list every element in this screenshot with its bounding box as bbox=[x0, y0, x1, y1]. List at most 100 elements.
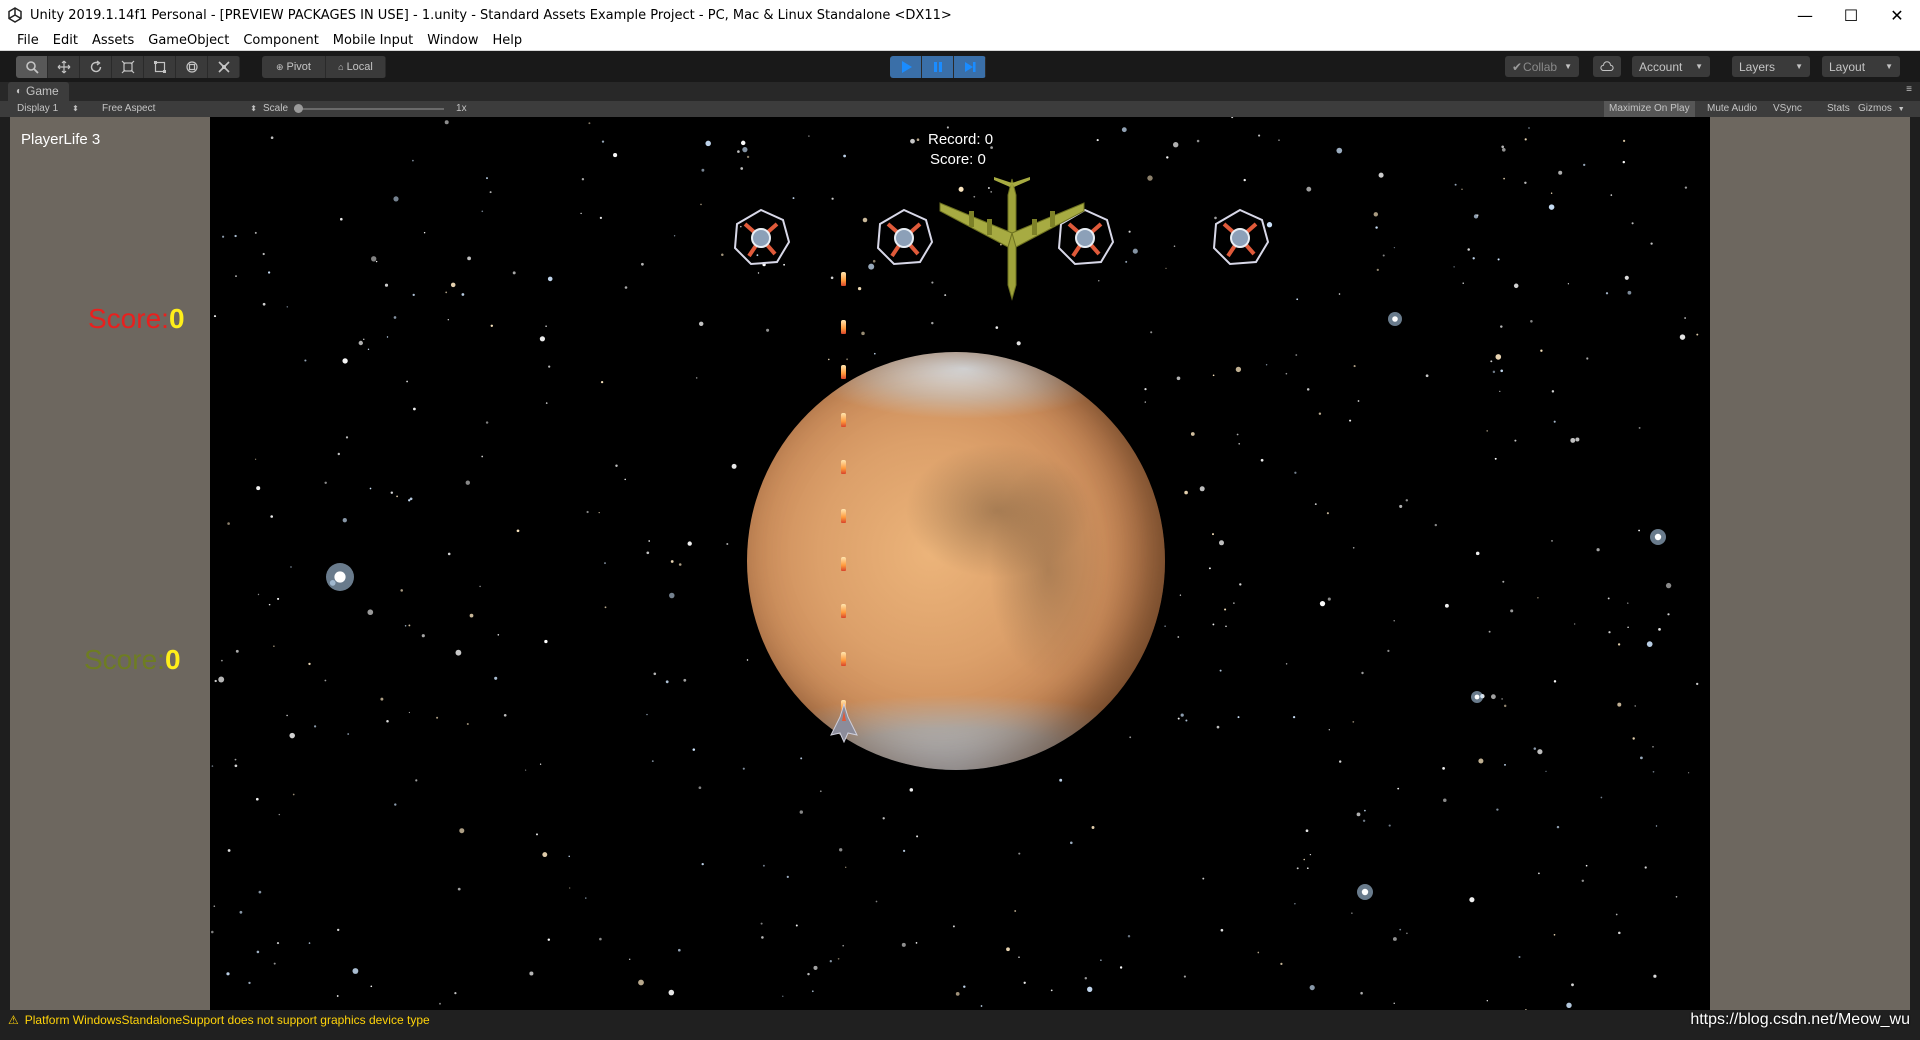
play-icon bbox=[901, 61, 912, 73]
star bbox=[799, 810, 803, 814]
star bbox=[792, 197, 795, 200]
transform-tools bbox=[16, 56, 240, 78]
custom-tool-button[interactable] bbox=[208, 56, 240, 78]
menu-mobile-input[interactable]: Mobile Input bbox=[326, 30, 420, 51]
scale-tool-button[interactable] bbox=[112, 56, 144, 78]
star bbox=[257, 593, 260, 596]
star bbox=[525, 769, 527, 771]
scale-slider-thumb[interactable] bbox=[294, 104, 304, 113]
status-bar[interactable]: ⚠ Platform WindowsStandaloneSupport does… bbox=[0, 1010, 1920, 1040]
star bbox=[393, 196, 399, 202]
layers-dropdown[interactable]: Layers ▼ bbox=[1732, 56, 1810, 77]
scale-value: 1x bbox=[456, 103, 467, 114]
star bbox=[569, 887, 571, 889]
star bbox=[481, 455, 484, 458]
star bbox=[857, 286, 862, 291]
menu-file[interactable]: File bbox=[10, 30, 46, 51]
menu-help[interactable]: Help bbox=[486, 30, 530, 51]
menu-component[interactable]: Component bbox=[236, 30, 325, 51]
star bbox=[1524, 138, 1527, 141]
star bbox=[1180, 713, 1184, 717]
star bbox=[1328, 729, 1330, 731]
star bbox=[1500, 369, 1504, 373]
rect-tool-button[interactable] bbox=[144, 56, 176, 78]
star bbox=[1638, 426, 1641, 429]
star bbox=[701, 862, 704, 866]
scale-slider[interactable] bbox=[294, 104, 445, 113]
display-dropdown[interactable]: Display 1 ⬍ bbox=[17, 101, 87, 117]
star bbox=[1327, 597, 1331, 601]
tab-menu-icon[interactable]: ≡ bbox=[1906, 84, 1912, 95]
maximize-button[interactable]: ☐ bbox=[1828, 0, 1874, 30]
hand-tool-button[interactable] bbox=[16, 56, 48, 78]
chevron-down-icon: ▼ bbox=[1564, 62, 1572, 71]
star bbox=[1687, 772, 1690, 774]
star bbox=[459, 828, 465, 834]
star bbox=[1294, 903, 1296, 905]
star bbox=[746, 659, 749, 661]
gizmos-dropdown[interactable]: Gizmos ▼ bbox=[1853, 101, 1910, 117]
star bbox=[837, 957, 840, 960]
pause-button[interactable] bbox=[922, 56, 954, 78]
menu-gameobject[interactable]: GameObject bbox=[141, 30, 236, 51]
star bbox=[393, 316, 397, 319]
star bbox=[234, 758, 237, 761]
account-dropdown[interactable]: Account ▼ bbox=[1632, 56, 1710, 77]
star bbox=[547, 938, 551, 941]
star bbox=[1132, 248, 1138, 254]
move-tool-button[interactable] bbox=[48, 56, 80, 78]
vsync-toggle[interactable]: VSync bbox=[1768, 101, 1807, 117]
menu-window[interactable]: Window bbox=[420, 30, 485, 51]
title-bar: Unity 2019.1.14f1 Personal - [PREVIEW PA… bbox=[0, 0, 1920, 30]
mute-audio-toggle[interactable]: Mute Audio bbox=[1702, 101, 1762, 117]
star bbox=[1166, 156, 1169, 159]
pivot-label: Pivot bbox=[286, 61, 311, 73]
star bbox=[226, 972, 230, 976]
star bbox=[1586, 357, 1589, 360]
aspect-dropdown[interactable]: Free Aspect ⬍ bbox=[102, 101, 257, 117]
star bbox=[827, 358, 830, 361]
star bbox=[436, 716, 439, 719]
star bbox=[813, 965, 818, 970]
star bbox=[1551, 390, 1555, 393]
transform-tool-button[interactable] bbox=[176, 56, 208, 78]
star bbox=[1375, 226, 1378, 229]
star bbox=[1173, 245, 1176, 247]
star bbox=[1125, 260, 1128, 263]
menu-assets[interactable]: Assets bbox=[85, 30, 141, 51]
layout-dropdown[interactable]: Layout ▼ bbox=[1822, 56, 1900, 77]
star bbox=[490, 324, 494, 328]
star bbox=[1425, 374, 1429, 378]
account-label: Account bbox=[1639, 59, 1683, 74]
star bbox=[1231, 117, 1234, 119]
close-button[interactable]: ✕ bbox=[1874, 0, 1920, 30]
star bbox=[641, 262, 644, 266]
star bbox=[731, 463, 737, 469]
rotate-tool-button[interactable] bbox=[80, 56, 112, 78]
star bbox=[1318, 412, 1322, 415]
star bbox=[1548, 204, 1555, 210]
star bbox=[581, 178, 585, 181]
star bbox=[980, 1005, 983, 1007]
stats-toggle[interactable]: Stats bbox=[1822, 101, 1855, 117]
star bbox=[766, 328, 770, 332]
play-button[interactable] bbox=[890, 56, 922, 78]
star bbox=[1550, 192, 1553, 194]
cloud-button[interactable] bbox=[1593, 56, 1621, 77]
game-canvas[interactable]: Record: 0 Score: 0 bbox=[210, 117, 1710, 1010]
step-button[interactable] bbox=[954, 56, 986, 78]
local-button[interactable]: ⌂ Local bbox=[326, 56, 386, 78]
pivot-button[interactable]: ⊕ Pivot bbox=[262, 56, 326, 78]
game-view[interactable]: PlayerLife 3 Score:0 Score:0 Record: 0 S… bbox=[10, 117, 1910, 1010]
star bbox=[412, 159, 414, 162]
minimize-button[interactable]: — bbox=[1782, 0, 1828, 30]
menu-edit[interactable]: Edit bbox=[46, 30, 85, 51]
maximize-on-play-toggle[interactable]: Maximize On Play bbox=[1604, 101, 1695, 117]
tab-game[interactable]: ◐ Game bbox=[8, 82, 69, 101]
star bbox=[1434, 523, 1437, 527]
star bbox=[1551, 540, 1553, 542]
star bbox=[648, 540, 651, 542]
star bbox=[916, 835, 919, 838]
collab-dropdown[interactable]: ✔ Collab ▼ bbox=[1505, 56, 1579, 77]
glow-star-core bbox=[1392, 316, 1398, 322]
